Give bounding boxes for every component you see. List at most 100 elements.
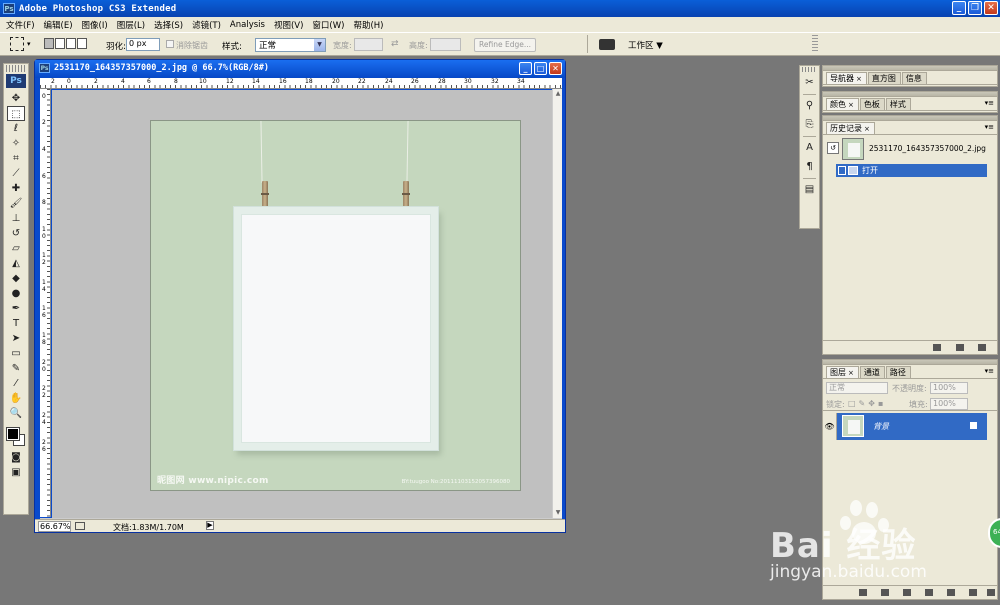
- marquee-tool-icon[interactable]: ⬚: [7, 106, 25, 121]
- panel-grip[interactable]: [802, 67, 817, 72]
- hand-tool-icon[interactable]: ✋: [7, 391, 25, 406]
- fill-field[interactable]: 100%: [930, 398, 968, 410]
- shape-tool-icon[interactable]: ▭: [7, 346, 25, 361]
- menu-window[interactable]: 窗口(W): [312, 19, 344, 31]
- eraser-tool-icon[interactable]: ▱: [7, 241, 25, 256]
- close-icon[interactable]: ×: [864, 125, 870, 133]
- menu-help[interactable]: 帮助(H): [353, 19, 383, 31]
- quick-mask-icon[interactable]: ◙: [7, 450, 25, 465]
- refine-edge-button[interactable]: Refine Edge...: [474, 38, 536, 52]
- paragraph-icon[interactable]: ¶: [802, 159, 817, 174]
- add-selection-icon[interactable]: [55, 38, 65, 49]
- panel-menu-icon[interactable]: ▾≡: [985, 123, 994, 131]
- type-tool-icon[interactable]: T: [7, 316, 25, 331]
- tool-presets-icon[interactable]: ✂: [802, 75, 817, 90]
- menu-layer[interactable]: 图层(L): [117, 19, 145, 31]
- menu-view[interactable]: 视图(V): [274, 19, 303, 31]
- tab-histogram[interactable]: 直方图: [867, 72, 901, 84]
- vertical-scrollbar[interactable]: ▲ ▼: [552, 89, 562, 518]
- swap-icon[interactable]: ⇄: [391, 39, 399, 49]
- workspace-menu[interactable]: 工作区 ▼: [628, 39, 663, 51]
- photoshop-logo[interactable]: Ps: [6, 74, 26, 88]
- zoom-tool-icon[interactable]: 🔍: [7, 406, 25, 421]
- tab-channels[interactable]: 通道: [859, 366, 885, 378]
- layer-row-background[interactable]: 👁 背景: [823, 413, 987, 440]
- magic-wand-tool-icon[interactable]: ✧: [7, 136, 25, 151]
- brush-tool-icon[interactable]: 🖌: [7, 196, 25, 211]
- clone-source-icon[interactable]: ⎘: [802, 117, 817, 132]
- document-title-bar[interactable]: Ps 2531170_164357357000_2.jpg @ 66.7%(RG…: [35, 60, 565, 78]
- tab-color[interactable]: 颜色 ×: [826, 98, 859, 110]
- close-icon[interactable]: ×: [848, 101, 854, 109]
- tab-paths[interactable]: 路径: [885, 366, 911, 378]
- minimize-button[interactable]: _: [952, 1, 966, 15]
- crop-tool-icon[interactable]: ⌗: [7, 151, 25, 166]
- history-brush-source-icon[interactable]: ↺: [827, 142, 839, 154]
- scroll-down-icon[interactable]: ▼: [554, 509, 562, 517]
- status-menu-arrow-icon[interactable]: ▶: [206, 521, 214, 530]
- tab-navigator[interactable]: 导航器 ×: [826, 72, 867, 84]
- history-brush-tool-icon[interactable]: ↺: [7, 226, 25, 241]
- new-selection-icon[interactable]: [44, 38, 54, 49]
- lasso-tool-icon[interactable]: ℓ: [7, 121, 25, 136]
- history-snapshot[interactable]: ↺ 2531170_164357357000_2.jpg: [825, 138, 986, 160]
- dodge-tool-icon[interactable]: ●: [7, 286, 25, 301]
- lock-icons[interactable]: □✎✥▪: [848, 399, 886, 408]
- move-tool-icon[interactable]: ✥: [7, 91, 25, 106]
- pen-tool-icon[interactable]: ✒: [7, 301, 25, 316]
- scroll-up-icon[interactable]: ▲: [554, 90, 562, 98]
- screen-mode-icon[interactable]: ▣: [7, 465, 25, 480]
- status-info-icon[interactable]: [75, 522, 85, 530]
- tab-history[interactable]: 历史记录 ×: [826, 122, 875, 134]
- restore-button[interactable]: ❐: [968, 1, 982, 15]
- tool-preset-picker[interactable]: [10, 37, 24, 51]
- eye-icon[interactable]: 👁: [823, 413, 837, 440]
- close-icon[interactable]: ×: [848, 369, 854, 377]
- width-input[interactable]: [354, 38, 383, 51]
- tab-info[interactable]: 信息: [901, 72, 927, 84]
- menu-analysis[interactable]: Analysis: [230, 20, 265, 30]
- paint-bucket-tool-icon[interactable]: ◭: [7, 256, 25, 271]
- new-document-from-state-icon[interactable]: [933, 344, 941, 351]
- menu-file[interactable]: 文件(F): [6, 19, 35, 31]
- doc-close-button[interactable]: ✕: [549, 62, 562, 75]
- blur-tool-icon[interactable]: ◆: [7, 271, 25, 286]
- chevron-down-icon[interactable]: ▾: [27, 40, 31, 48]
- feather-input[interactable]: 0 px: [126, 38, 160, 51]
- intersect-selection-icon[interactable]: [77, 38, 87, 49]
- doc-minimize-button[interactable]: _: [519, 62, 532, 75]
- close-button[interactable]: ✕: [984, 1, 998, 15]
- history-state-open[interactable]: 打开: [836, 164, 987, 177]
- slice-tool-icon[interactable]: ⟋: [7, 166, 25, 181]
- bridge-icon[interactable]: [599, 39, 615, 50]
- close-icon[interactable]: ×: [856, 75, 862, 83]
- brushes-icon[interactable]: ⚲: [802, 98, 817, 113]
- menu-filter[interactable]: 滤镜(T): [192, 19, 221, 31]
- eyedropper-tool-icon[interactable]: ⁄: [7, 376, 25, 391]
- menu-image[interactable]: 图像(I): [82, 19, 108, 31]
- opacity-field[interactable]: 100%: [930, 382, 968, 394]
- blend-mode-select[interactable]: 正常: [826, 382, 888, 394]
- antialias-checkbox[interactable]: [166, 40, 174, 48]
- foreground-color-swatch[interactable]: [6, 427, 20, 441]
- layer-comps-icon[interactable]: ▤: [802, 182, 817, 197]
- healing-brush-tool-icon[interactable]: ✚: [7, 181, 25, 196]
- menu-edit[interactable]: 编辑(E): [44, 19, 73, 31]
- notes-tool-icon[interactable]: ✎: [7, 361, 25, 376]
- panel-menu-icon[interactable]: ▾≡: [985, 367, 994, 375]
- zoom-field[interactable]: 66.67%: [38, 521, 71, 532]
- menu-select[interactable]: 选择(S): [154, 19, 183, 31]
- tab-styles[interactable]: 样式: [885, 98, 911, 110]
- clone-stamp-tool-icon[interactable]: ⊥: [7, 211, 25, 226]
- subtract-selection-icon[interactable]: [66, 38, 76, 49]
- style-select[interactable]: 正常 ▼: [255, 38, 326, 52]
- delete-icon[interactable]: [978, 344, 986, 351]
- panel-grip[interactable]: [6, 65, 26, 72]
- doc-maximize-button[interactable]: □: [534, 62, 547, 75]
- tab-swatches[interactable]: 色板: [859, 98, 885, 110]
- dock-grip[interactable]: [812, 35, 818, 53]
- path-selection-tool-icon[interactable]: ➤: [7, 331, 25, 346]
- panel-menu-icon[interactable]: ▾≡: [985, 99, 994, 107]
- new-snapshot-icon[interactable]: [956, 344, 964, 351]
- tab-layers[interactable]: 图层 ×: [826, 366, 859, 378]
